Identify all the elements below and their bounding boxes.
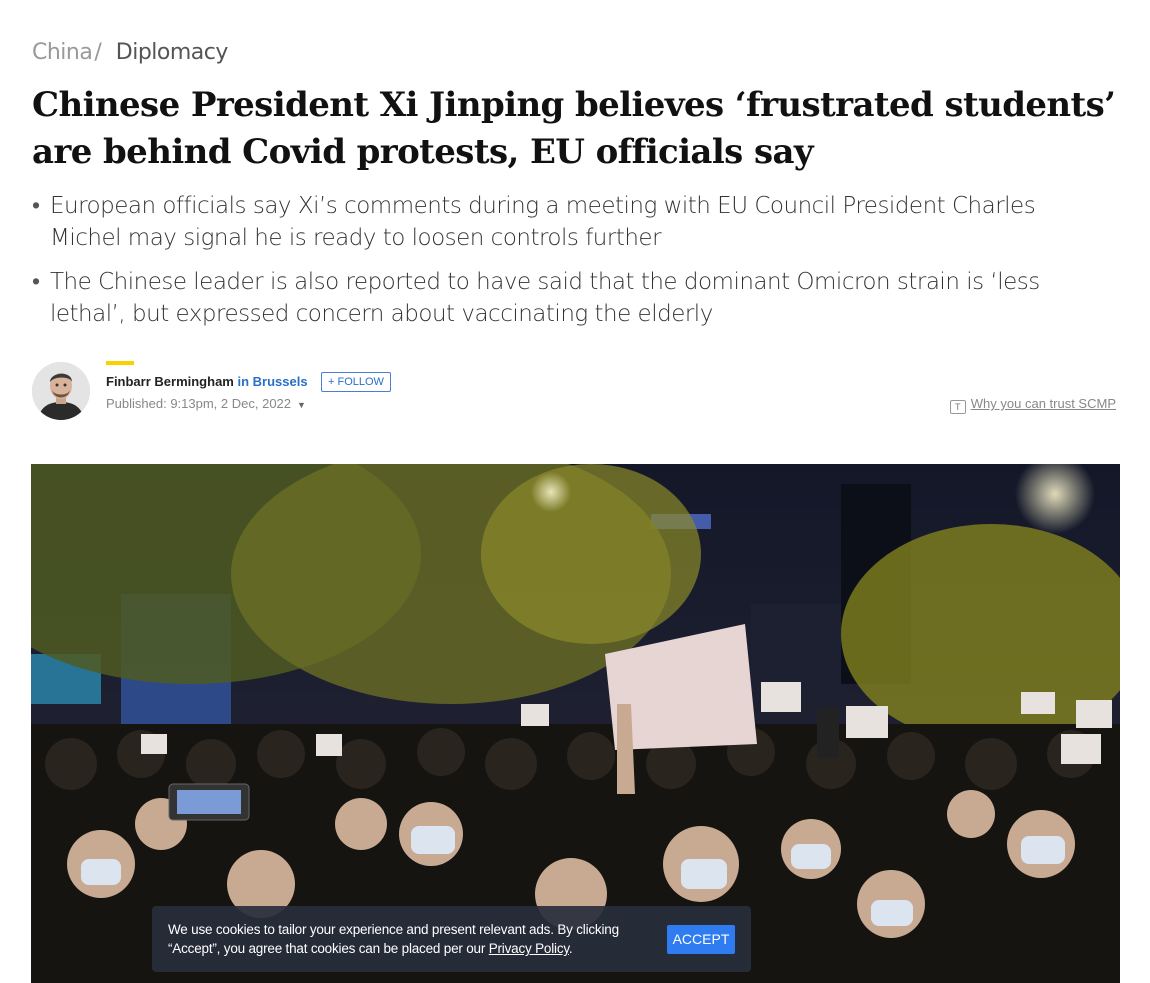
trust-link-text[interactable]: Why you can trust SCMP: [971, 396, 1116, 411]
summary-text: European officials say Xi’s comments dur…: [50, 193, 1036, 251]
published-date[interactable]: Published: 9:13pm, 2 Dec, 2022 ▼: [106, 396, 306, 411]
byline: Finbarr Bermingham in Brussels + FOLLOW …: [32, 358, 1116, 422]
cookie-message-end: .: [568, 941, 573, 956]
breadcrumb-topic-link[interactable]: Diplomacy: [116, 40, 229, 65]
privacy-policy-link[interactable]: Privacy Policy: [489, 941, 569, 956]
author-accent-bar: [106, 361, 134, 365]
breadcrumb-separator: /: [94, 40, 102, 65]
article-summary: • European officials say Xi’s comments du…: [32, 190, 1112, 342]
author-line: Finbarr Bermingham in Brussels: [106, 374, 308, 389]
summary-item: • The Chinese leader is also reported to …: [32, 266, 1112, 330]
trust-icon: T: [949, 400, 966, 414]
article-headline: Chinese President Xi Jinping believes ‘f…: [32, 85, 1116, 172]
bullet-icon: •: [32, 269, 40, 295]
author-name-link[interactable]: Finbarr Bermingham: [106, 374, 234, 389]
accept-cookies-button[interactable]: ACCEPT: [667, 925, 735, 954]
chevron-down-icon[interactable]: ▼: [297, 400, 306, 410]
breadcrumb-section-link[interactable]: China: [32, 40, 93, 65]
summary-text: The Chinese leader is also reported to h…: [50, 269, 1040, 327]
breadcrumb: China/ Diplomacy: [32, 40, 228, 65]
follow-button[interactable]: + FOLLOW: [321, 372, 391, 392]
published-text: Published: 9:13pm, 2 Dec, 2022: [106, 396, 292, 411]
trust-link[interactable]: T Why you can trust SCMP: [949, 396, 1116, 414]
author-location: in Brussels: [237, 374, 308, 389]
bullet-icon: •: [32, 193, 40, 219]
cookie-banner: We use cookies to tailor your experience…: [152, 906, 751, 972]
author-avatar[interactable]: [32, 362, 90, 420]
summary-item: • European officials say Xi’s comments du…: [32, 190, 1112, 254]
cookie-text: We use cookies to tailor your experience…: [168, 920, 646, 958]
